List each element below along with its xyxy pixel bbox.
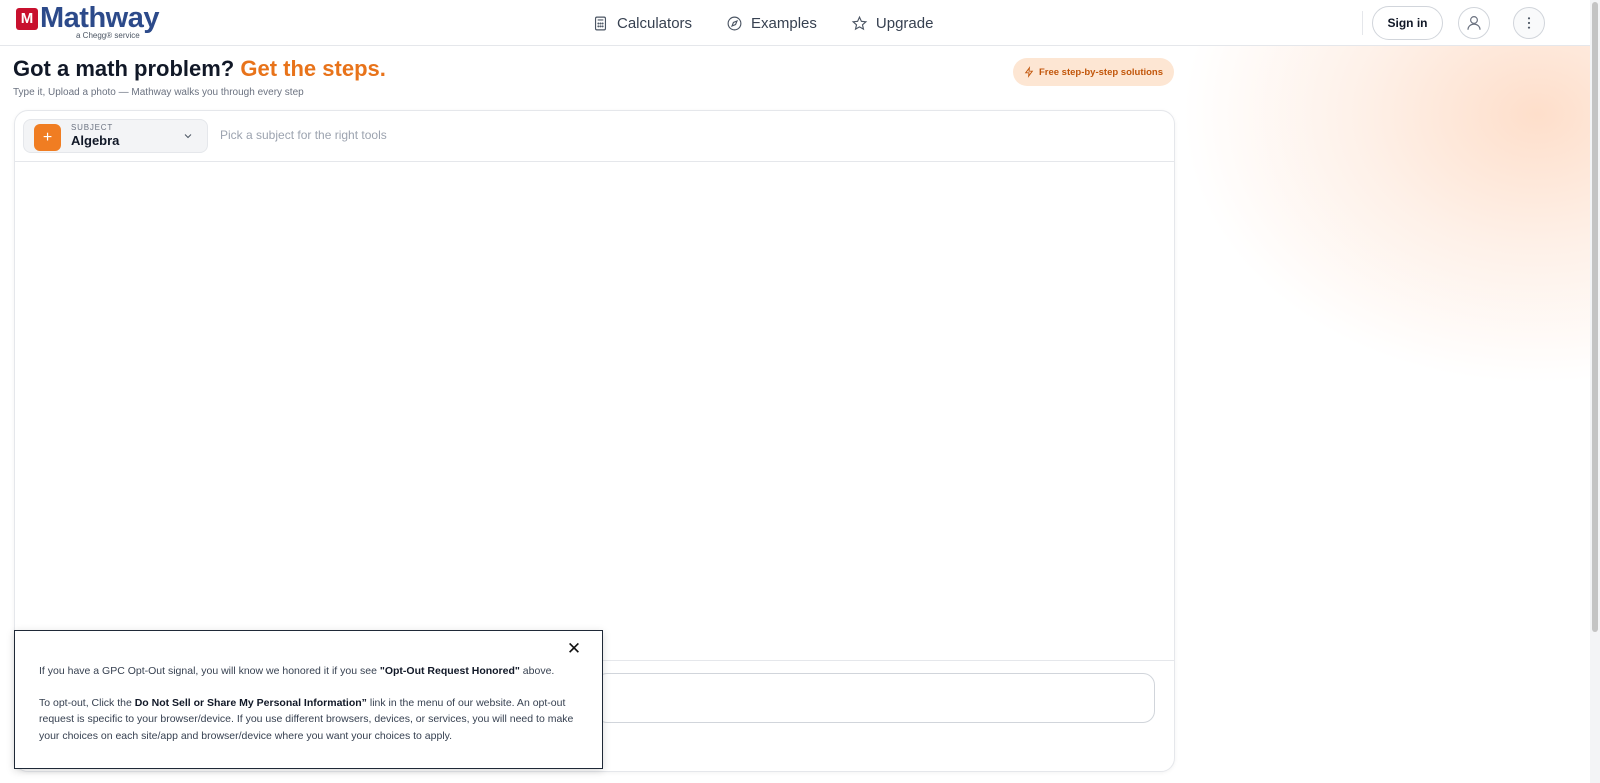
scrollbar-thumb[interactable]: [1592, 2, 1598, 632]
mathway-logo[interactable]: M Mathway a Chegg® service: [16, 2, 161, 41]
calculator-icon: [594, 16, 607, 30]
page-subtitle: Type it, Upload a photo — Mathway walks …: [13, 87, 304, 98]
do-not-sell-link-text: Do Not Sell or Share My Personal Informa…: [134, 697, 367, 709]
nav-upgrade[interactable]: Upgrade: [851, 11, 934, 35]
compass-icon: [727, 16, 742, 30]
nav-calculators[interactable]: Calculators: [592, 11, 692, 35]
more-vertical-icon: [1527, 17, 1531, 29]
consent-p1-text: If you have a GPC Opt-Out signal, you wi…: [39, 665, 380, 677]
consent-p1-bold: "Opt-Out Request Honored": [379, 665, 520, 677]
logo-mark: M: [16, 8, 38, 30]
user-icon: [1467, 16, 1481, 30]
nav-examples-label: Examples: [751, 14, 817, 32]
top-header: M Mathway a Chegg® service Calculators E…: [0, 0, 1590, 46]
nav-upgrade-label: Upgrade: [875, 14, 934, 32]
more-menu-button[interactable]: [1513, 7, 1545, 39]
background-glow: [1180, 46, 1600, 386]
nav-examples[interactable]: Examples: [726, 11, 817, 35]
workspace-toolbar: + SUBJECT Algebra Pick a subject for the…: [15, 111, 1174, 162]
subject-value: Algebra: [71, 133, 120, 148]
header-divider: [1362, 11, 1363, 35]
page-scrollbar[interactable]: [1590, 0, 1600, 783]
gpc-consent-popup: ✕ If you have a GPC Opt-Out signal, you …: [14, 630, 603, 769]
sign-in-button[interactable]: Sign in: [1372, 6, 1443, 40]
nav-calculators-label: Calculators: [617, 14, 693, 32]
chevron-down-icon: [184, 134, 192, 139]
user-avatar-button[interactable]: [1458, 7, 1490, 39]
free-solutions-badge: Free step-by-step solutions: [1013, 58, 1174, 86]
lightning-icon: [1024, 66, 1034, 78]
page-title-accent: Get the steps.: [240, 56, 386, 81]
consent-paragraph-2: To opt-out, Click the Do Not Sell or Sha…: [39, 695, 579, 744]
consent-p1-tail: above.: [519, 665, 555, 677]
consent-paragraph-1: If you have a GPC Opt-Out signal, you wi…: [39, 663, 579, 679]
subject-label: SUBJECT: [71, 123, 114, 132]
plus-icon: +: [34, 124, 61, 151]
consent-p2-text: To opt-out, Click the: [39, 697, 135, 709]
subject-hint: Pick a subject for the right tools: [220, 128, 387, 142]
main-nav: Calculators Examples Upgrade: [592, 11, 933, 35]
problem-input[interactable]: [595, 673, 1155, 723]
subject-select[interactable]: + SUBJECT Algebra: [23, 119, 208, 153]
close-icon[interactable]: ✕: [566, 640, 582, 657]
star-icon: [851, 15, 868, 30]
badge-label: Free step-by-step solutions: [1038, 66, 1164, 78]
page-title: Got a math problem? Get the steps.: [13, 56, 386, 82]
page-title-main: Got a math problem?: [13, 56, 235, 81]
logo-tagline: a Chegg® service: [76, 31, 140, 40]
